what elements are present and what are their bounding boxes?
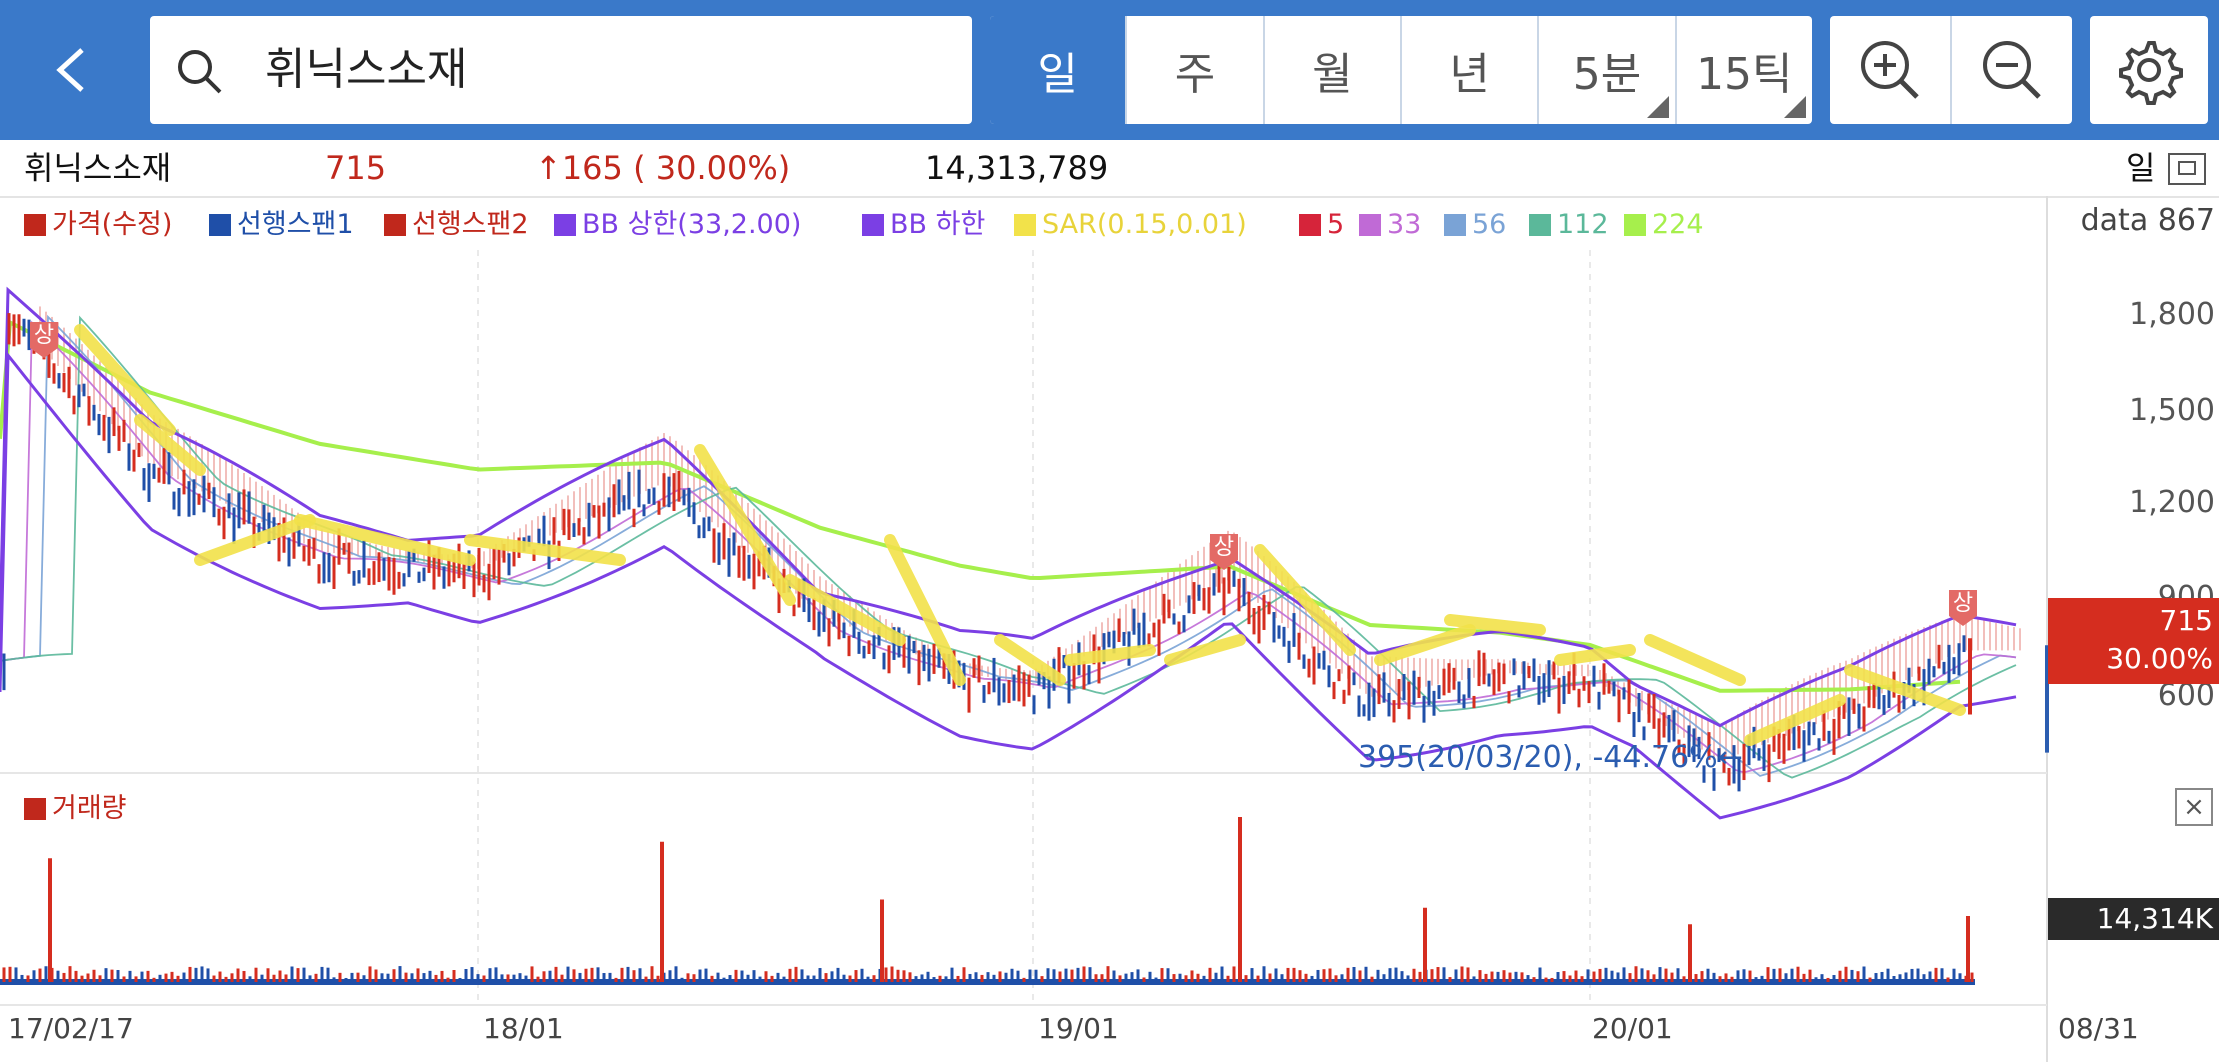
limit-up-badge-label: 상	[1214, 535, 1234, 560]
y-tick-label: 1,800	[2129, 297, 2215, 332]
quote-summary-bar: 휘닉스소재 715 ↑165 ( 30.00%) 14,313,789 일	[0, 140, 2219, 198]
sar-marker	[1374, 624, 1476, 666]
period-tab-label: 5분	[1572, 49, 1642, 100]
current-price: 715	[325, 149, 387, 187]
volume-pane-title: 거래량	[24, 786, 127, 825]
dropdown-corner-icon	[1646, 96, 1669, 118]
search-field[interactable]: 휘닉스소재	[150, 16, 972, 124]
x-tick-label: 17/02/17	[8, 1012, 134, 1045]
period-tab[interactable]: 5분	[1539, 16, 1677, 124]
period-tab[interactable]: 월	[1265, 16, 1402, 124]
moving-average-line	[0, 314, 2017, 777]
volume-legend-swatch	[24, 798, 46, 820]
gear-icon	[2119, 41, 2183, 105]
zoom-out-button[interactable]	[1952, 16, 2072, 124]
period-tab-label: 일	[1037, 49, 1078, 100]
y-tick-label: 1,200	[2129, 485, 2215, 520]
period-tab-label: 월	[1312, 49, 1353, 100]
period-selector: 일 주 월 년 5분 15틱	[990, 16, 1812, 124]
expand-chart-button[interactable]	[2168, 153, 2206, 185]
close-volume-pane-button[interactable]: ×	[2175, 788, 2213, 826]
chevron-left-icon	[56, 48, 84, 92]
x-tick-label: 08/31	[2058, 1012, 2139, 1045]
data-count-label: data 867	[2080, 203, 2215, 238]
x-tick-label: 19/01	[1038, 1012, 1119, 1045]
moving-average-line	[0, 320, 2017, 774]
back-button[interactable]	[30, 20, 110, 120]
zoom-in-icon	[1861, 41, 1919, 99]
current-volume-tag: 14,314K	[2048, 898, 2219, 940]
period-tab-label: 주	[1174, 49, 1216, 100]
low-point-annotation: 395(20/03/20), -44.76%←	[1358, 740, 1743, 775]
sar-marker	[1064, 644, 1156, 666]
period-tab-label: 15틱	[1696, 49, 1793, 100]
period-tab-label: 년	[1449, 49, 1490, 100]
period-tab[interactable]: 15틱	[1677, 16, 1812, 124]
y-tick-label: 1,500	[2129, 393, 2215, 428]
search-input-value[interactable]: 휘닉스소재	[265, 40, 467, 100]
price-tag-value: 715	[2159, 604, 2213, 637]
x-tick-label: 18/01	[483, 1012, 564, 1045]
zoom-in-button[interactable]	[1830, 16, 1952, 124]
period-indicator: 일	[2126, 149, 2156, 187]
volume-title-label: 거래량	[52, 793, 127, 824]
zoom-controls	[1830, 16, 2072, 124]
trade-volume: 14,313,789	[925, 149, 1109, 187]
period-tab[interactable]: 주	[1127, 16, 1265, 124]
ma-224-line	[0, 319, 1961, 693]
sar-marker	[1554, 644, 1636, 666]
moving-average-line	[0, 315, 2017, 779]
dropdown-corner-icon	[1783, 96, 1806, 118]
period-tab[interactable]: 년	[1402, 16, 1540, 124]
x-tick-label: 20/01	[1592, 1012, 1673, 1045]
period-tab[interactable]: 일	[990, 16, 1128, 124]
settings-button[interactable]	[2090, 16, 2208, 124]
limit-up-badge-label: 상	[1953, 591, 1973, 616]
price-chart[interactable]: 상상상	[0, 196, 2219, 1062]
current-price-tag: 715 30.00%	[2048, 598, 2219, 684]
bollinger-upper-line	[0, 286, 2017, 728]
price-tag-percent: 30.00%	[2106, 642, 2213, 675]
top-toolbar: 휘닉스소재 일 주 월 년 5분 15틱	[0, 0, 2219, 140]
sar-marker	[1644, 634, 1746, 686]
price-change: ↑165 ( 30.00%)	[535, 149, 791, 187]
limit-up-badge-label: 상	[34, 323, 54, 348]
expand-icon	[2178, 161, 2196, 175]
search-icon	[178, 50, 222, 94]
stock-name: 휘닉스소재	[24, 149, 172, 187]
zoom-out-icon	[1983, 41, 2041, 99]
